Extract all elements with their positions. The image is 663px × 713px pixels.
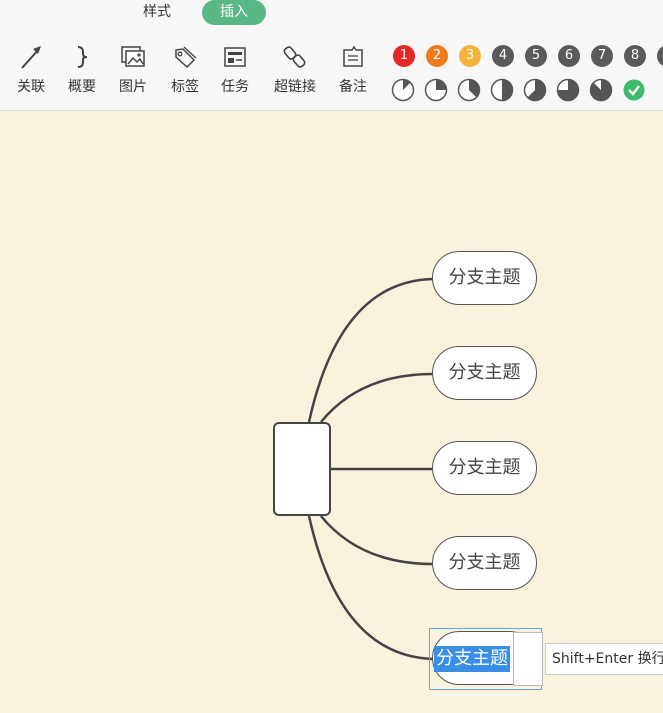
progress-6-icon[interactable] — [556, 78, 580, 102]
tab-bar: 样式 插入 — [0, 0, 663, 26]
priority-1-marker[interactable]: 1 — [393, 45, 415, 67]
progress-4-icon[interactable] — [490, 78, 514, 102]
toolbar: 样式 插入 关联 概要 图片 标签 任务 超链接 备注 1 2 3 4 5 6 … — [0, 0, 663, 111]
note-label: 备注 — [339, 79, 367, 95]
image-label: 图片 — [119, 79, 147, 95]
priority-6-marker[interactable]: 6 — [558, 45, 580, 67]
priority-4-marker[interactable]: 4 — [492, 45, 514, 67]
priority-8-marker[interactable]: 8 — [624, 45, 646, 67]
branch-topic[interactable]: 分支主题 — [432, 251, 537, 305]
priority-3-marker[interactable]: 3 — [459, 45, 481, 67]
topic-edit-input[interactable] — [513, 632, 543, 686]
relation-label: 关联 — [17, 79, 45, 95]
priority-2-marker[interactable]: 2 — [426, 45, 448, 67]
image-button[interactable]: 图片 — [108, 40, 158, 96]
image-icon — [121, 46, 145, 67]
progress-2-icon[interactable] — [424, 78, 448, 102]
tag-label: 标签 — [171, 79, 199, 95]
priority-7-marker[interactable]: 7 — [591, 45, 613, 67]
connector-lines — [307, 277, 434, 661]
hyperlink-button[interactable]: 超链接 — [266, 40, 324, 96]
note-button[interactable]: 备注 — [328, 40, 378, 96]
topic-edit-selected-text[interactable]: 分支主题 — [434, 646, 510, 672]
task-icon — [224, 47, 246, 67]
priority-more-marker[interactable] — [657, 45, 663, 67]
progress-5-icon[interactable] — [523, 78, 547, 102]
hyperlink-icon — [283, 46, 306, 68]
progress-7-icon[interactable] — [589, 78, 613, 102]
note-icon — [343, 45, 363, 67]
newline-hint-tooltip: Shift+Enter 换行 — [545, 643, 663, 675]
relation-button[interactable]: 关联 — [6, 40, 56, 96]
branch-topic[interactable]: 分支主题 — [432, 346, 537, 400]
summary-label: 概要 — [68, 79, 96, 95]
central-topic[interactable] — [273, 422, 331, 516]
progress-complete-icon[interactable] — [622, 78, 646, 102]
tab-insert[interactable]: 插入 — [202, 0, 266, 25]
priority-5-marker[interactable]: 5 — [525, 45, 547, 67]
tag-button[interactable]: 标签 — [160, 40, 210, 96]
mindmap-canvas[interactable]: 分支主题 分支主题 分支主题 分支主题 分支主题 Shift+Enter 换行 — [0, 111, 663, 713]
summary-brace-icon — [77, 46, 88, 68]
progress-3-icon[interactable] — [457, 78, 481, 102]
task-label: 任务 — [221, 79, 249, 95]
tab-style[interactable]: 样式 — [135, 0, 179, 25]
progress-1-icon[interactable] — [391, 78, 415, 102]
relation-arrow-icon — [21, 46, 41, 69]
summary-button[interactable]: 概要 — [57, 40, 107, 96]
tag-icon — [175, 46, 197, 69]
hyperlink-label: 超链接 — [274, 79, 316, 95]
branch-topic[interactable]: 分支主题 — [432, 536, 537, 590]
branch-topic[interactable]: 分支主题 — [432, 441, 537, 495]
task-button[interactable]: 任务 — [210, 40, 260, 96]
